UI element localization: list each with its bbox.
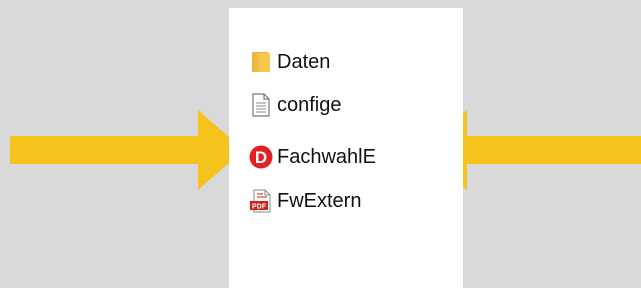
file-list-panel: Daten confige D FachwahlE PDF FwExtern xyxy=(229,8,463,288)
file-name: Daten xyxy=(277,50,331,73)
file-item-fachwahle[interactable]: D FachwahlE xyxy=(249,142,376,172)
file-name: FachwahlE xyxy=(277,145,376,168)
left-arrow-icon xyxy=(10,110,244,190)
pdf-document-icon: PDF xyxy=(249,189,273,213)
pdf-badge-text: PDF xyxy=(252,204,267,211)
logo-letter: D xyxy=(255,148,267,167)
text-document-icon xyxy=(249,93,273,117)
folder-icon xyxy=(249,50,273,74)
file-item-fwextern[interactable]: PDF FwExtern xyxy=(249,186,361,216)
red-d-logo-icon: D xyxy=(249,145,273,169)
file-item-daten[interactable]: Daten xyxy=(249,47,330,77)
file-item-confige[interactable]: confige xyxy=(249,90,342,120)
file-name: confige xyxy=(277,93,342,116)
file-name: FwExtern xyxy=(277,189,362,212)
